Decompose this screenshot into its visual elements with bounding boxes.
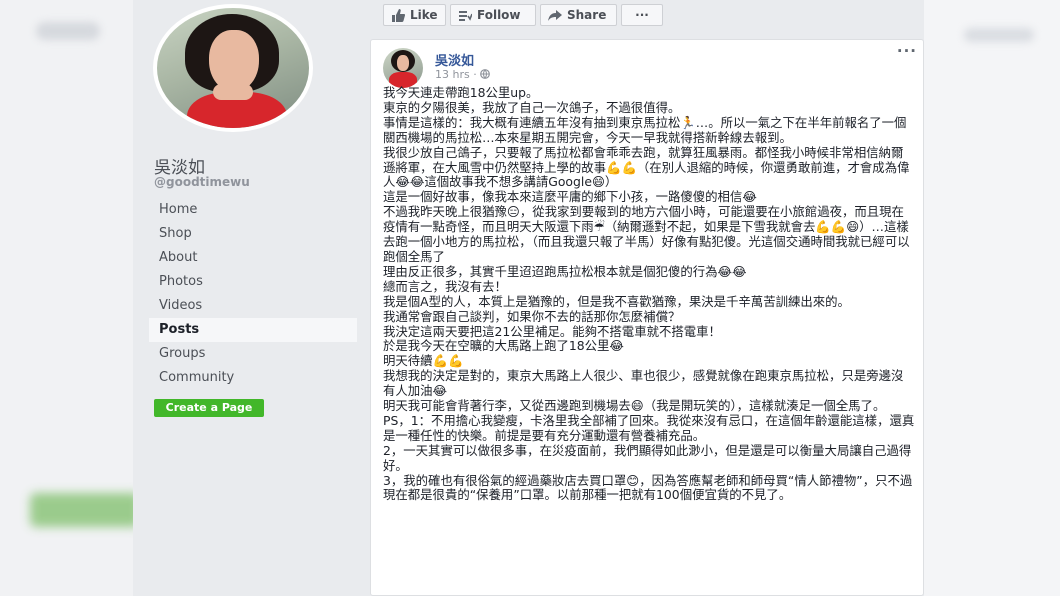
nav-videos[interactable]: Videos — [149, 294, 357, 318]
post-paragraph: PS，1：不用擔心我變瘦，卡洛里我全部補了回來。我從來沒有忌口，在這個年齡還能這… — [383, 412, 915, 443]
like-button[interactable]: Like — [383, 4, 446, 26]
nav-community[interactable]: Community — [149, 366, 357, 390]
nav-shop[interactable]: Shop — [149, 222, 357, 246]
share-icon — [548, 10, 562, 21]
follow-button[interactable]: Follow — [450, 4, 536, 26]
page-action-bar: Like Follow Share ··· — [383, 0, 663, 30]
post-paragraph: 不過我昨天晚上很猶豫😑，從我家到要報到的地方六個小時，可能還要在小旅館過夜，而且… — [383, 204, 910, 264]
post-paragraph: 2，一天其實可以做很多事，在災疫面前，我們顯得如此渺小，但是還是可以衡量大局讓自… — [383, 442, 912, 473]
post-timestamp[interactable]: 13 hrs · — [435, 68, 491, 81]
share-button[interactable]: Share — [540, 4, 617, 26]
post-paragraph: 明天待續💪💪 — [383, 353, 464, 369]
facebook-page-screenshot: 吳淡如 @goodtimewu Home Shop About Photos V… — [133, 0, 924, 596]
page-handle[interactable]: @goodtimewu — [154, 175, 250, 189]
post-card: 吳淡如 13 hrs · ··· 我今天連走帶跑18公里up。 東京的夕陽很美，… — [370, 39, 924, 596]
post-time: 13 hrs · — [435, 68, 481, 81]
post-paragraph: 理由反正很多，其實千里迢迢跑馬拉松根本就是個犯傻的行為😂😂 — [383, 263, 747, 279]
post-paragraph: 我想我的決定是對的，東京大馬路上人很少、車也很少，感覺就像在跑東京馬拉松，只是旁… — [383, 368, 904, 399]
post-options-button[interactable]: ··· — [897, 42, 917, 60]
more-actions-button[interactable]: ··· — [621, 4, 663, 26]
page-nav: Home Shop About Photos Videos Posts Grou… — [149, 198, 357, 390]
follow-icon — [459, 11, 472, 21]
post-paragraph: 這是一個好故事，像我本來這麼平庸的鄉下小孩，一路傻傻的相信😂 — [383, 189, 757, 205]
like-label: Like — [410, 8, 438, 22]
blurred-element — [964, 28, 1034, 42]
create-page-button[interactable]: Create a Page — [154, 399, 264, 417]
nav-home[interactable]: Home — [149, 198, 357, 222]
post-paragraph: 我是個A型的人，本質上是猶豫的，但是我不喜歡猶豫，果決是千辛萬苦訓練出來的。 — [383, 293, 850, 309]
nav-posts[interactable]: Posts — [149, 318, 357, 342]
left-background — [0, 0, 133, 596]
post-body: 我今天連走帶跑18公里up。 東京的夕陽很美，我放了自己一次鴿子，不過很值得。 … — [383, 85, 915, 503]
post-paragraph: 於是我今天在空曠的大馬路上跑了18公里😂 — [383, 338, 624, 354]
profile-picture[interactable] — [153, 4, 313, 132]
share-label: Share — [567, 8, 607, 22]
nav-about[interactable]: About — [149, 246, 357, 270]
post-paragraph: 總而言之，我沒有去！ — [383, 278, 507, 294]
post-paragraph: 我今天連走帶跑18公里up。 — [383, 85, 539, 100]
post-paragraph: 我決定這兩天要把這21公里補足。能夠不搭電車就不搭電車！ — [383, 323, 721, 339]
post-paragraph: 我很少放自己鴿子，只要報了馬拉松都會乖乖去跑，就算狂風暴雨。都怪我小時候非常相信… — [383, 144, 910, 190]
blurred-element — [36, 22, 100, 40]
right-background — [924, 0, 1060, 596]
nav-groups[interactable]: Groups — [149, 342, 357, 366]
post-author-avatar[interactable] — [383, 48, 423, 88]
thumbs-up-icon — [392, 9, 405, 22]
post-paragraph: 明天我可能會背著行李，又從西邊跑到機場去😄（我是開玩笑的），這樣就湊足一個全馬了… — [383, 398, 886, 414]
post-author-name[interactable]: 吳淡如 — [435, 50, 474, 69]
post-paragraph: 我通常會跟自己談判，如果你不去的話那你怎麼補償？ — [383, 308, 681, 324]
post-paragraph: 東京的夕陽很美，我放了自己一次鴿子，不過很值得。 — [383, 99, 681, 115]
blurred-button — [30, 493, 133, 527]
nav-photos[interactable]: Photos — [149, 270, 357, 294]
follow-label: Follow — [477, 8, 521, 22]
globe-icon — [480, 69, 491, 79]
post-paragraph: 3，我的確也有很俗氣的經過藥妝店去買口罩😊，因為答應幫老師和師母買“情人節禮物”… — [383, 472, 913, 503]
post-paragraph: 事情是這樣的：我大概有連續五年沒有抽到東京馬拉松🏃…。所以一氣之下在半年前報名了… — [383, 114, 907, 145]
